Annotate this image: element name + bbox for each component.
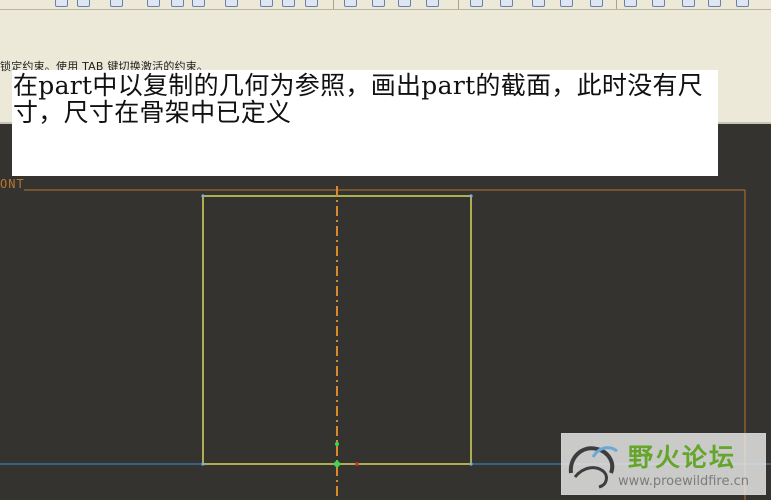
spin-center-icon[interactable] [736,0,749,7]
datum-axis-icon[interactable] [652,0,665,7]
constraint-point [334,461,340,467]
annotation-box: 在part中以复制的几何为参照，画出part的截面，此时没有尺寸，尺寸在骨架中已… [12,70,718,176]
calculator-icon[interactable] [305,0,318,7]
arrow-icon[interactable] [260,0,273,7]
vertex-point [201,462,205,466]
circle-icon[interactable] [344,0,357,7]
view-top-icon[interactable] [500,0,513,7]
datum-plane-icon[interactable] [624,0,637,7]
undo-icon[interactable] [110,0,123,7]
toolbar [0,0,771,10]
arc-icon[interactable] [372,0,385,7]
zoom-icon[interactable] [590,0,603,7]
spline-icon[interactable] [426,0,439,7]
vertex-point [469,194,473,198]
toolbar-separator [458,0,459,9]
check-icon[interactable] [147,0,160,7]
watermark: 野火论坛 www.proewildfire.cn [561,433,766,495]
line-icon[interactable] [225,0,238,7]
view-right-icon[interactable] [532,0,545,7]
vertex-point [469,462,473,466]
datum-plane-label: ONT [0,177,25,191]
rectangle-icon[interactable] [282,0,295,7]
view-iso-icon[interactable] [560,0,573,7]
view-front-icon[interactable] [470,0,483,7]
vertex-point [201,194,205,198]
origin-mark [355,462,359,466]
watermark-url: www.proewildfire.cn [618,474,749,489]
select-icon[interactable] [77,0,90,7]
watermark-name: 野火论坛 [628,443,737,472]
datum-point-icon[interactable] [682,0,695,7]
new-icon[interactable] [55,0,68,7]
toolbar-separator [616,0,617,9]
copy-icon[interactable] [192,0,205,7]
constraint-point [335,442,339,446]
watermark-logo-icon [568,446,618,489]
annotation-text: 在part中以复制的几何为参照，画出part的截面，此时没有尺寸，尺寸在骨架中已… [13,71,704,127]
fillet-icon[interactable] [398,0,411,7]
toolbar-separator [333,0,334,9]
redo-icon[interactable] [171,0,184,7]
coordinate-system-icon[interactable] [708,0,721,7]
